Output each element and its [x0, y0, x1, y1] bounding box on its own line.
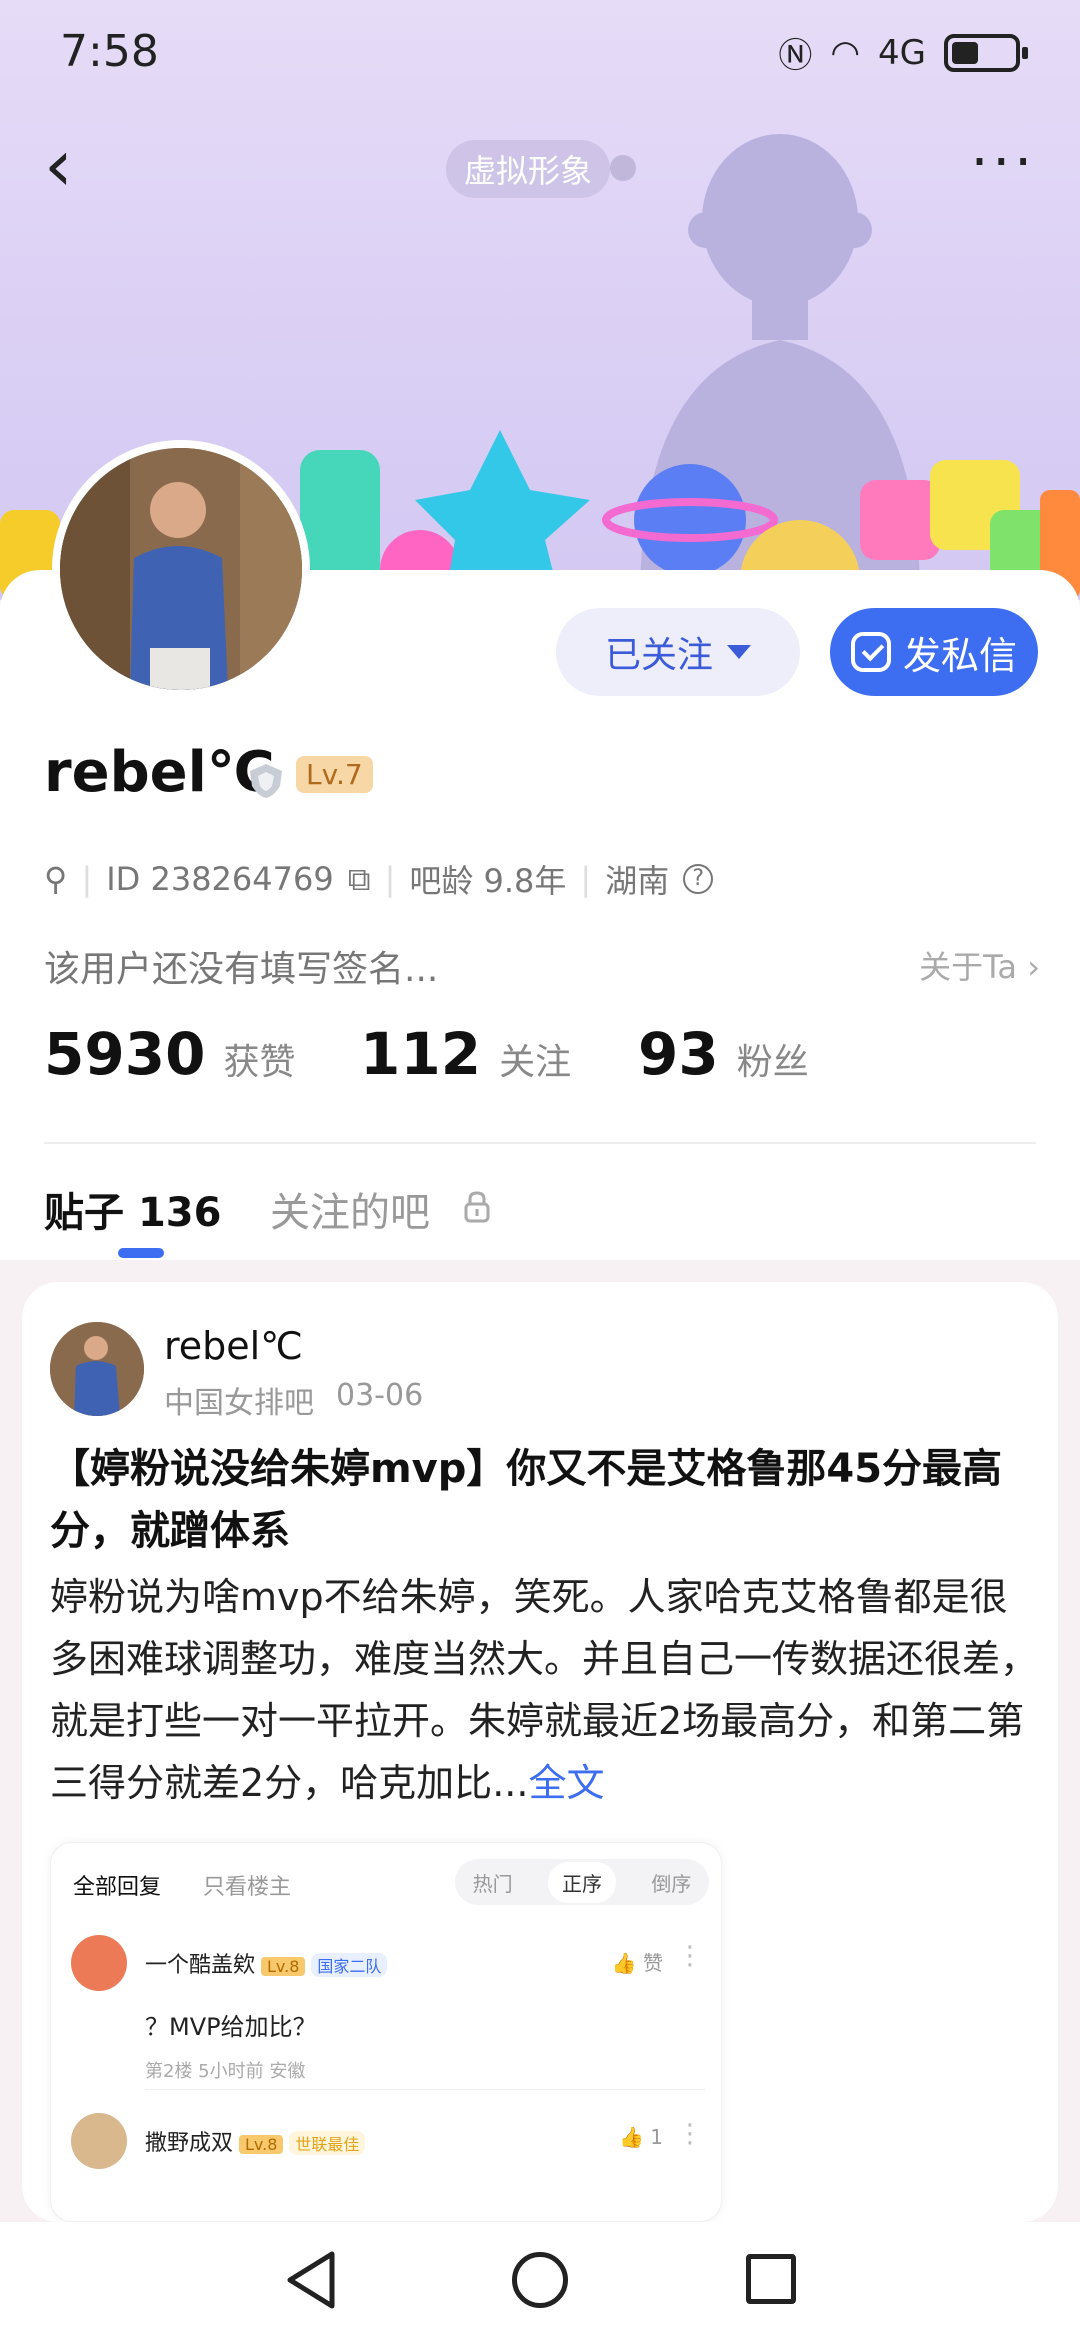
stat-following-label: 关注 [499, 1042, 572, 1083]
lock-icon [464, 1191, 490, 1223]
signal-icon: 4G [878, 32, 926, 73]
divider [44, 1142, 1036, 1144]
message-label: 发私信 [902, 633, 1017, 678]
post-author-avatar[interactable] [50, 1322, 144, 1416]
preview-sort-asc: 正序 [547, 1861, 616, 1903]
preview-sort-desc: 倒序 [651, 1871, 692, 1896]
post-author-name[interactable]: rebel℃ [164, 1324, 303, 1368]
preview-tab-owner: 只看楼主 [203, 1875, 292, 1900]
wifi-icon: ◠ [830, 32, 861, 73]
bar-age: 吧龄 9.8年 [409, 862, 567, 900]
stat-likes-label: 获赞 [223, 1042, 296, 1083]
stat-following-value: 112 [360, 1020, 482, 1088]
full-text-link[interactable]: 全文 [528, 1761, 604, 1805]
preview-commenter-badge: 国家二队 [311, 1953, 388, 1977]
like-icon: 👍 1 [619, 2125, 663, 2149]
post-card[interactable]: rebel℃ 中国女排吧 03-06 【婷粉说没给朱婷mvp】你又不是艾格鲁那4… [22, 1282, 1058, 2222]
preview-commenter-name: 一个酷盖欸 [145, 1953, 256, 1978]
more-icon[interactable]: ··· [971, 130, 1036, 195]
comment-preview-image[interactable]: 全部回复 只看楼主 热门 正序 倒序 一个酷盖欸 Lv.8 国家二队 👍 赞 ⋮ ？… [50, 1842, 722, 2222]
preview-comment-meta: 第2楼 5小时前 安徽 [145, 2061, 306, 2082]
message-button[interactable]: 发私信 [830, 608, 1038, 696]
preview-more-icon: ⋮ [677, 1941, 703, 1971]
preview-commenter: 撒野成双 Lv.8 世联最佳 [145, 2125, 366, 2157]
chevron-right-icon: › [1027, 948, 1040, 986]
status-time: 7:58 [60, 26, 159, 77]
tab-posts-label: 贴子 [44, 1190, 124, 1236]
help-icon[interactable]: ? [683, 864, 714, 894]
follow-label: 已关注 [604, 635, 713, 676]
tab-posts[interactable]: 贴子 136 [44, 1180, 221, 1238]
preview-more-icon: ⋮ [677, 2119, 703, 2149]
about-label: 关于Ta [919, 948, 1018, 986]
preview-commenter-name: 撒野成双 [145, 2131, 234, 2156]
preview-commenter: 一个酷盖欸 Lv.8 国家二队 [145, 1947, 388, 1979]
level-badge: Lv.7 [296, 756, 373, 793]
stat-fans-value: 93 [638, 1020, 719, 1088]
signature-text: 该用户还没有填写签名... [44, 949, 439, 990]
post-date: 03-06 [336, 1378, 424, 1413]
active-tab-indicator [118, 1248, 164, 1258]
stats-row: 5930 获赞 112 关注 93 粉丝 [44, 1020, 1044, 1110]
virtual-avatar-tag[interactable]: 虚拟形象 [446, 140, 611, 198]
preview-sort-toggle: 热门 正序 倒序 [455, 1859, 709, 1905]
stat-fans[interactable]: 93 粉丝 [638, 1020, 809, 1088]
stat-following[interactable]: 112 关注 [360, 1020, 571, 1088]
mail-icon [850, 632, 891, 672]
preview-commenter-level: Lv.8 [239, 2135, 284, 2154]
nav-recents-icon[interactable] [746, 2254, 796, 2304]
user-avatar[interactable] [52, 440, 310, 698]
region: 湖南 [605, 862, 670, 900]
like-icon: 👍 赞 [611, 1951, 663, 1975]
search-icon[interactable]: ⚲ [44, 860, 67, 898]
preview-comment: 一个酷盖欸 Lv.8 国家二队 👍 赞 ⋮ ？MVP给加比？ 第2楼 5小时前 安徽 [51, 1935, 721, 2085]
preview-comment-text: ？MVP给加比？ [145, 2013, 317, 2041]
battery-icon [944, 33, 1028, 72]
post-ellipsis: ... [492, 1761, 529, 1805]
post-forum[interactable]: 中国女排吧 [164, 1378, 314, 1422]
dropdown-arrow-icon [727, 645, 751, 659]
preview-commenter-level: Lv.8 [261, 1957, 306, 1976]
back-icon[interactable]: ‹ [44, 129, 104, 201]
user-id: ID 238264769 [106, 860, 334, 898]
tab-followed-bars[interactable]: 关注的吧 [270, 1180, 430, 1238]
preview-tab-all: 全部回复 [73, 1875, 162, 1900]
system-nav-bar [0, 2222, 1080, 2340]
preview-commenter-avatar [71, 2113, 127, 2169]
nfc-icon: Ⓝ [778, 36, 813, 76]
shield-badge-icon [250, 764, 282, 798]
preview-commenter-badge: 世联最佳 [289, 2131, 366, 2155]
tab-posts-count: 136 [137, 1190, 222, 1236]
post-body[interactable]: 婷粉说为啥mvp不给朱婷，笑死。人家哈克艾格鲁都是很多困难球调整功，难度当然大。… [50, 1566, 1040, 1814]
post-meta: 中国女排吧 03-06 [164, 1378, 423, 1422]
status-bar: 7:58 Ⓝ ◠ 4G [0, 0, 1080, 100]
preview-divider [145, 2089, 705, 2090]
status-icons: Ⓝ ◠ 4G [778, 28, 1028, 77]
copy-icon[interactable]: ⧉ [348, 860, 371, 899]
preview-like-label: 赞 [643, 1951, 663, 1975]
stat-likes[interactable]: 5930 获赞 [44, 1020, 295, 1088]
stat-fans-label: 粉丝 [736, 1042, 809, 1083]
preview-commenter-avatar [71, 1935, 127, 1991]
stat-likes-value: 5930 [44, 1020, 206, 1088]
user-meta-row: ⚲ | ID 238264769 ⧉ | 吧龄 9.8年 | 湖南 ? [44, 856, 714, 902]
username: rebel℃ [44, 740, 275, 805]
post-title[interactable]: 【婷粉说没给朱婷mvp】你又不是艾格鲁那45分最高分，就蹭体系 [50, 1438, 1030, 1562]
preview-sort-hot: 热门 [472, 1871, 513, 1896]
nav-back-icon[interactable] [282, 2248, 342, 2312]
about-link[interactable]: 关于Ta › [919, 942, 1040, 988]
nav-home-icon[interactable] [512, 2252, 568, 2308]
follow-button[interactable]: 已关注 [556, 608, 800, 696]
preview-comment: 撒野成双 Lv.8 世联最佳 👍 1 ⋮ [51, 2113, 721, 2221]
preview-like-count: 1 [650, 2125, 663, 2149]
